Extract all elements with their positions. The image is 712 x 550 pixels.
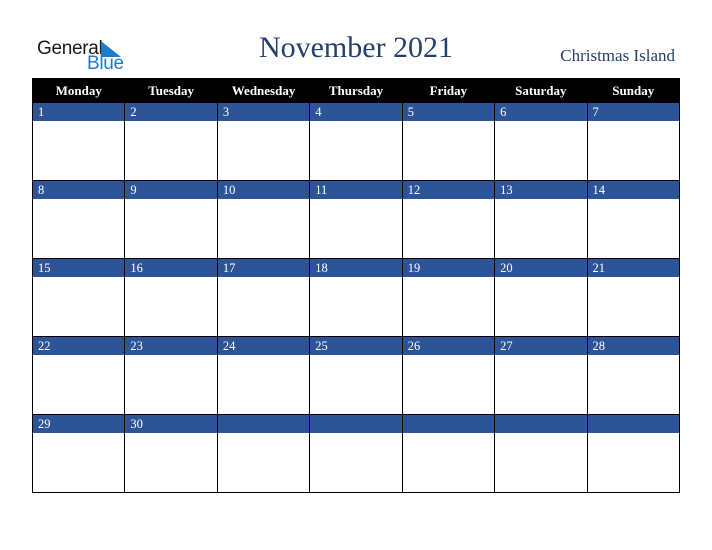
day-cell[interactable] (586, 414, 681, 493)
day-number: 10 (217, 181, 310, 199)
day-number: 8 (33, 181, 125, 199)
day-cell[interactable]: 21 (586, 258, 681, 337)
day-number (402, 415, 495, 433)
day-number: 16 (125, 259, 217, 277)
weekday-header: Tuesday (124, 78, 218, 103)
day-cell[interactable]: 17 (216, 258, 311, 337)
day-number: 29 (33, 415, 125, 433)
day-cell[interactable] (494, 414, 588, 493)
weekday-header: Sunday (586, 78, 681, 103)
day-number: 30 (125, 415, 217, 433)
day-number: 11 (310, 181, 402, 199)
calendar-grid: Monday Tuesday Wednesday Thursday Friday… (31, 78, 681, 493)
day-cell[interactable]: 22 (31, 336, 126, 415)
day-cell[interactable]: 13 (494, 180, 588, 259)
weekday-header: Thursday (309, 78, 403, 103)
day-cell[interactable] (216, 414, 311, 493)
week-row: 22 23 24 25 26 27 28 (31, 336, 681, 415)
day-number: 14 (587, 181, 679, 199)
day-cell[interactable]: 11 (309, 180, 403, 259)
day-cell[interactable]: 23 (124, 336, 218, 415)
day-number: 6 (495, 103, 587, 121)
day-cell[interactable]: 6 (494, 102, 588, 181)
day-cell[interactable]: 30 (124, 414, 218, 493)
day-number: 12 (402, 181, 495, 199)
day-cell[interactable]: 27 (494, 336, 588, 415)
day-number (495, 415, 587, 433)
day-cell[interactable]: 5 (401, 102, 496, 181)
week-row: 1234567 (31, 102, 681, 181)
day-cell[interactable]: 7 (586, 102, 681, 181)
day-number: 18 (310, 259, 402, 277)
day-number: 5 (402, 103, 495, 121)
day-number: 3 (217, 103, 310, 121)
day-number (217, 415, 310, 433)
day-number: 26 (402, 337, 495, 355)
day-cell[interactable] (309, 414, 403, 493)
day-number: 7 (587, 103, 679, 121)
weekday-header-row: Monday Tuesday Wednesday Thursday Friday… (31, 78, 681, 103)
week-row: 15 16 17 18 19 20 21 (31, 258, 681, 337)
day-cell[interactable]: 8 (31, 180, 126, 259)
day-cell[interactable]: 19 (401, 258, 496, 337)
day-number: 19 (402, 259, 495, 277)
day-cell[interactable]: 2 (124, 102, 218, 181)
day-number: 27 (495, 337, 587, 355)
weekday-header: Wednesday (216, 78, 311, 103)
week-row: 8 9 10 11 12 13 14 (31, 180, 681, 259)
day-number: 17 (217, 259, 310, 277)
day-number (587, 415, 679, 433)
day-number: 28 (587, 337, 679, 355)
day-cell[interactable]: 12 (401, 180, 496, 259)
day-cell[interactable]: 25 (309, 336, 403, 415)
day-cell[interactable]: 4 (309, 102, 403, 181)
day-cell[interactable] (401, 414, 496, 493)
day-cell[interactable]: 24 (216, 336, 311, 415)
weekday-header: Monday (31, 78, 126, 103)
weekday-header: Friday (401, 78, 496, 103)
day-number: 24 (217, 337, 310, 355)
day-number: 13 (495, 181, 587, 199)
day-cell[interactable]: 18 (309, 258, 403, 337)
day-cell[interactable]: 16 (124, 258, 218, 337)
region-label: Christmas Island (560, 46, 675, 65)
week-row: 29 30 (31, 414, 681, 493)
day-number: 4 (310, 103, 402, 121)
day-number: 1 (33, 103, 125, 121)
day-cell[interactable]: 10 (216, 180, 311, 259)
day-cell[interactable]: 1 (31, 102, 126, 181)
day-cell[interactable]: 28 (586, 336, 681, 415)
day-number: 2 (125, 103, 217, 121)
day-number: 23 (125, 337, 217, 355)
day-cell[interactable]: 15 (31, 258, 126, 337)
day-number (310, 415, 402, 433)
weekday-header: Saturday (494, 78, 588, 103)
day-number: 22 (33, 337, 125, 355)
day-number: 21 (587, 259, 679, 277)
day-number: 15 (33, 259, 125, 277)
day-number: 20 (495, 259, 587, 277)
day-cell[interactable]: 20 (494, 258, 588, 337)
day-cell[interactable]: 14 (586, 180, 681, 259)
day-number: 25 (310, 337, 402, 355)
day-cell[interactable]: 9 (124, 180, 218, 259)
day-cell[interactable]: 3 (216, 102, 311, 181)
day-number: 9 (125, 181, 217, 199)
day-cell[interactable]: 29 (31, 414, 126, 493)
day-cell[interactable]: 26 (401, 336, 496, 415)
